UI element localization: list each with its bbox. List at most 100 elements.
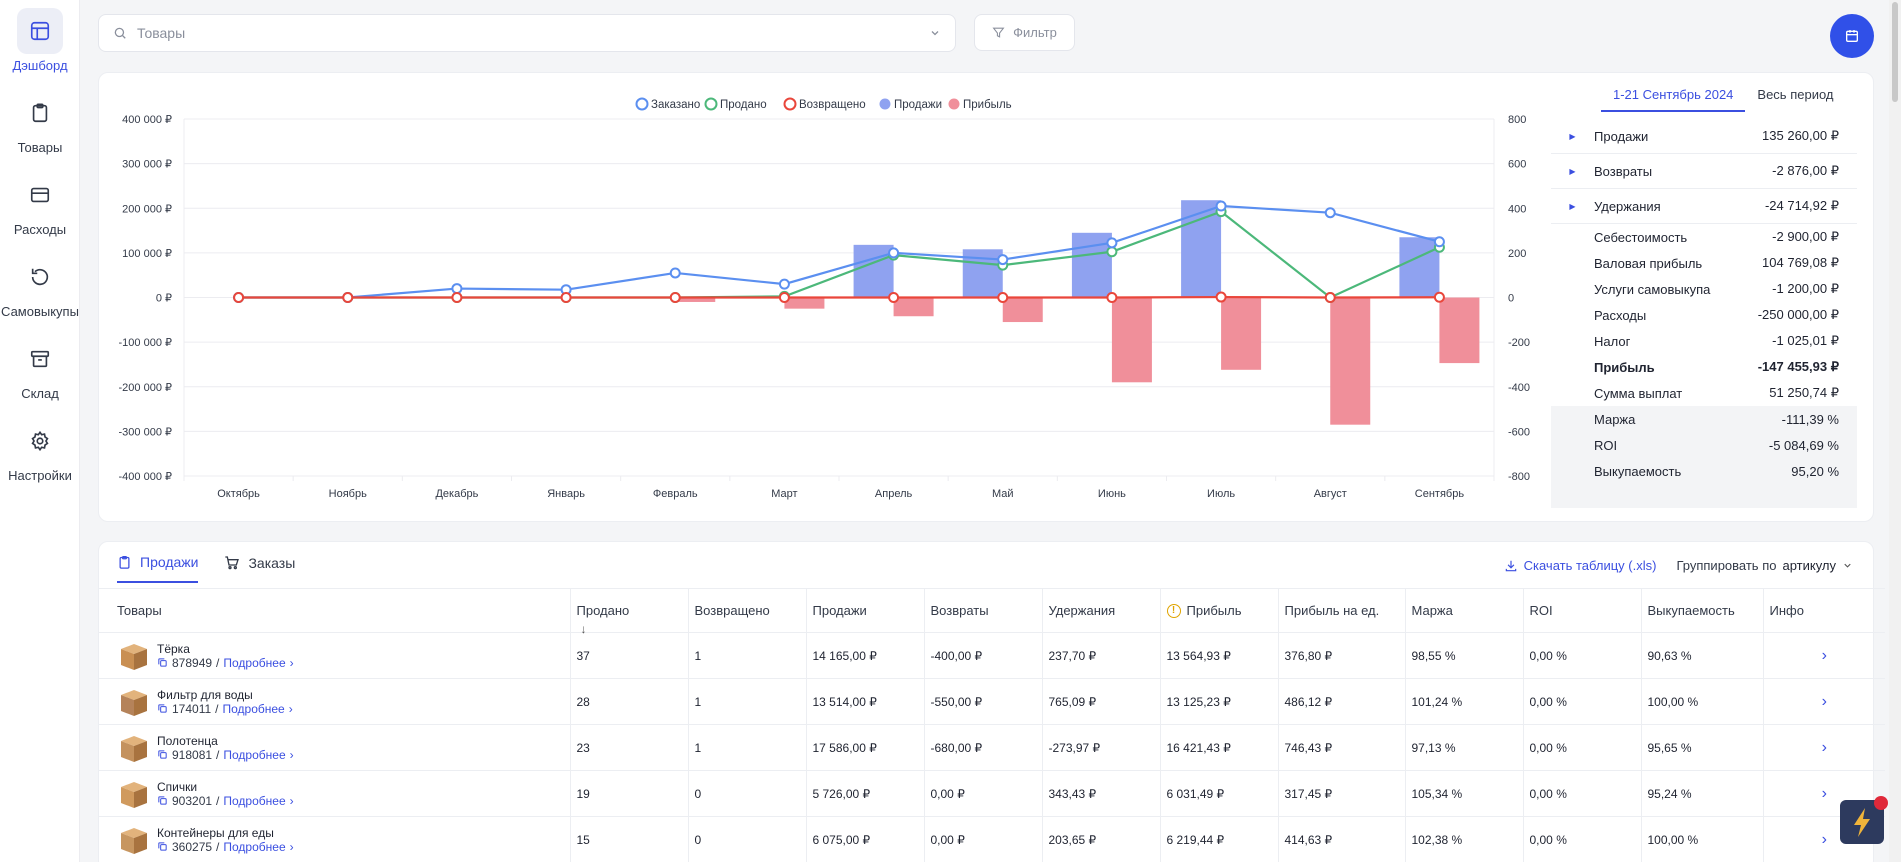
y-left-tick-label: -100 000 ₽ bbox=[119, 337, 172, 349]
cell-margin: 101,24 % bbox=[1404, 678, 1523, 725]
copy-icon[interactable] bbox=[157, 749, 168, 760]
copy-icon[interactable] bbox=[157, 657, 168, 668]
sidebar-item-warehouse[interactable]: Склад bbox=[0, 336, 80, 401]
cell-sold: 28 bbox=[569, 678, 688, 725]
sidebar-item-self-buyouts[interactable]: Самовыкупы bbox=[0, 254, 80, 319]
col-sold[interactable]: Продано ↓ bbox=[569, 588, 688, 636]
chevron-right-icon[interactable]: › bbox=[290, 794, 294, 808]
cell-profit: 13 125,23 ₽ bbox=[1159, 678, 1278, 725]
product-details-link[interactable]: Подробнее bbox=[223, 794, 285, 808]
sidebar-item-label: Расходы bbox=[13, 222, 67, 237]
product-details-link[interactable]: Подробнее bbox=[223, 702, 285, 716]
y-right-tick-label: -400 bbox=[1508, 382, 1530, 394]
download-icon bbox=[1505, 560, 1516, 571]
tab-orders[interactable]: Заказы bbox=[224, 554, 295, 583]
tab-sales[interactable]: Продажи bbox=[117, 554, 199, 583]
gear-icon bbox=[31, 430, 49, 452]
table-row[interactable]: Полотенца 918081/Подробнее › 23 1 17 586,00 ₽… bbox=[99, 724, 1885, 771]
y-left-tick-label: -300 000 ₽ bbox=[119, 426, 172, 438]
filter-button[interactable]: Фильтр bbox=[974, 14, 1075, 51]
expand-caret-icon[interactable]: ▶ bbox=[1551, 167, 1594, 176]
chevron-right-icon[interactable]: › bbox=[290, 840, 294, 854]
chevron-right-icon[interactable]: › bbox=[289, 702, 293, 716]
sales-chart: 400 000 ₽ 800 300 000 ₽ 600 200 000 ₽ 400 100 … bbox=[119, 97, 1530, 500]
y-left-tick-label: 200 000 ₽ bbox=[122, 203, 172, 215]
product-thumbnail bbox=[121, 781, 147, 808]
cell-buyout: 100,00 % bbox=[1640, 678, 1763, 725]
scrollbar-thumb[interactable] bbox=[1892, 2, 1898, 102]
copy-icon[interactable] bbox=[157, 703, 168, 714]
download-xls-link[interactable]: Скачать таблицу (.xls) bbox=[1504, 558, 1656, 573]
expand-caret-icon[interactable]: ▶ bbox=[1551, 202, 1594, 211]
line-returned-point bbox=[778, 292, 790, 303]
product-name: Фильтр для воды bbox=[157, 687, 253, 702]
sidebar-item-dashboard[interactable]: Дэшборд bbox=[0, 8, 80, 73]
col-profit-per-unit[interactable]: Прибыль на ед. bbox=[1277, 588, 1405, 633]
x-tick-label: Июль bbox=[1207, 488, 1235, 500]
col-roi[interactable]: ROI bbox=[1522, 588, 1641, 633]
group-by-select[interactable]: Группировать по артикулу bbox=[1676, 558, 1853, 573]
chevron-right-icon[interactable]: › bbox=[290, 748, 294, 762]
sort-arrow-icon[interactable]: ↓ bbox=[581, 622, 587, 636]
group-prefix: Группировать по bbox=[1676, 558, 1777, 573]
row-info-chevron-icon[interactable]: › bbox=[1762, 632, 1885, 679]
tab-period-current[interactable]: 1-21 Сентябрь 2024 bbox=[1601, 79, 1746, 112]
warning-icon[interactable]: ! bbox=[1166, 604, 1181, 619]
summary-row[interactable]: ▶ Продажи 135 260,00 ₽ bbox=[1551, 119, 1857, 154]
table-row[interactable]: Контейнеры для еды 360275/Подробнее › 15 0 6 … bbox=[99, 816, 1885, 862]
col-sales[interactable]: Продажи bbox=[805, 588, 924, 633]
chevron-right-icon[interactable]: › bbox=[290, 656, 294, 670]
search-input[interactable]: Товары bbox=[98, 14, 956, 52]
line-returned-point bbox=[342, 292, 354, 303]
cell-profit: 13 564,93 ₽ bbox=[1159, 632, 1278, 679]
line-ordered-point bbox=[997, 254, 1009, 266]
y-right-tick-label: -200 bbox=[1508, 337, 1530, 349]
table-tabs: Продажи Заказы bbox=[117, 554, 295, 583]
summary-row[interactable]: ▶ Возвраты -2 876,00 ₽ bbox=[1551, 154, 1857, 189]
cell-holds: 343,43 ₽ bbox=[1041, 770, 1160, 817]
calendar-button[interactable] bbox=[1830, 14, 1874, 58]
col-returns[interactable]: Возвраты bbox=[923, 588, 1042, 633]
x-tick-label: Сентябрь bbox=[1415, 488, 1465, 500]
cell-sales: 14 165,00 ₽ bbox=[805, 632, 924, 679]
assistant-widget-button[interactable] bbox=[1840, 796, 1888, 844]
page-scrollbar[interactable] bbox=[1889, 0, 1901, 862]
col-buyout[interactable]: Выкупаемость bbox=[1640, 588, 1763, 633]
product-details-link[interactable]: Подробнее bbox=[223, 656, 285, 670]
cell-holds: -273,97 ₽ bbox=[1041, 724, 1160, 771]
row-info-chevron-icon[interactable]: › bbox=[1762, 724, 1885, 771]
col-products[interactable]: Товары bbox=[99, 588, 570, 633]
sidebar-item-products[interactable]: Товары bbox=[0, 90, 80, 155]
product-details-link[interactable]: Подробнее bbox=[223, 748, 285, 762]
calendar-icon bbox=[1846, 30, 1858, 42]
product-sku: 878949 bbox=[172, 655, 213, 670]
copy-icon[interactable] bbox=[157, 841, 168, 852]
product-name: Тёрка bbox=[157, 641, 190, 656]
col-profit[interactable]: ! Прибыль bbox=[1159, 588, 1278, 633]
summary-row[interactable]: ▶ Удержания -24 714,92 ₽ bbox=[1551, 189, 1857, 224]
copy-icon[interactable] bbox=[157, 795, 168, 806]
sidebar-item-settings[interactable]: Настройки bbox=[0, 418, 80, 483]
expand-caret-icon[interactable]: ▶ bbox=[1551, 132, 1594, 141]
separator: / bbox=[216, 793, 220, 808]
x-tick-label: Октябрь bbox=[217, 488, 260, 500]
cart-icon bbox=[225, 556, 240, 570]
chevron-down-icon[interactable] bbox=[929, 27, 941, 39]
x-tick-label: Май bbox=[992, 488, 1014, 500]
sidebar-item-expenses[interactable]: Расходы bbox=[0, 172, 80, 237]
col-returned[interactable]: Возвращено bbox=[687, 588, 806, 633]
summary-value: -1 025,01 ₽ bbox=[1772, 333, 1839, 348]
row-info-chevron-icon[interactable]: › bbox=[1762, 678, 1885, 725]
table-row[interactable]: Спички 903201/Подробнее › 19 0 5 726,00 ₽0,00… bbox=[99, 770, 1885, 817]
table-row[interactable]: Фильтр для воды 174011/ Подробнее › 28 1 13 51… bbox=[99, 678, 1885, 725]
tab-period-all[interactable]: Весь период bbox=[1745, 79, 1845, 112]
bar-profit bbox=[1111, 297, 1152, 383]
summary-value: -5 084,69 % bbox=[1768, 437, 1839, 453]
search-placeholder: Товары bbox=[137, 25, 186, 41]
card-icon bbox=[30, 187, 50, 203]
table-row[interactable]: Тёрка 878949/Подробнее › 37 1 14 165,00 ₽ -400… bbox=[99, 632, 1885, 679]
col-margin[interactable]: Маржа bbox=[1404, 588, 1523, 633]
summary-shade bbox=[1551, 484, 1857, 508]
product-details-link[interactable]: Подробнее bbox=[223, 840, 285, 854]
col-holds[interactable]: Удержания bbox=[1041, 588, 1160, 633]
